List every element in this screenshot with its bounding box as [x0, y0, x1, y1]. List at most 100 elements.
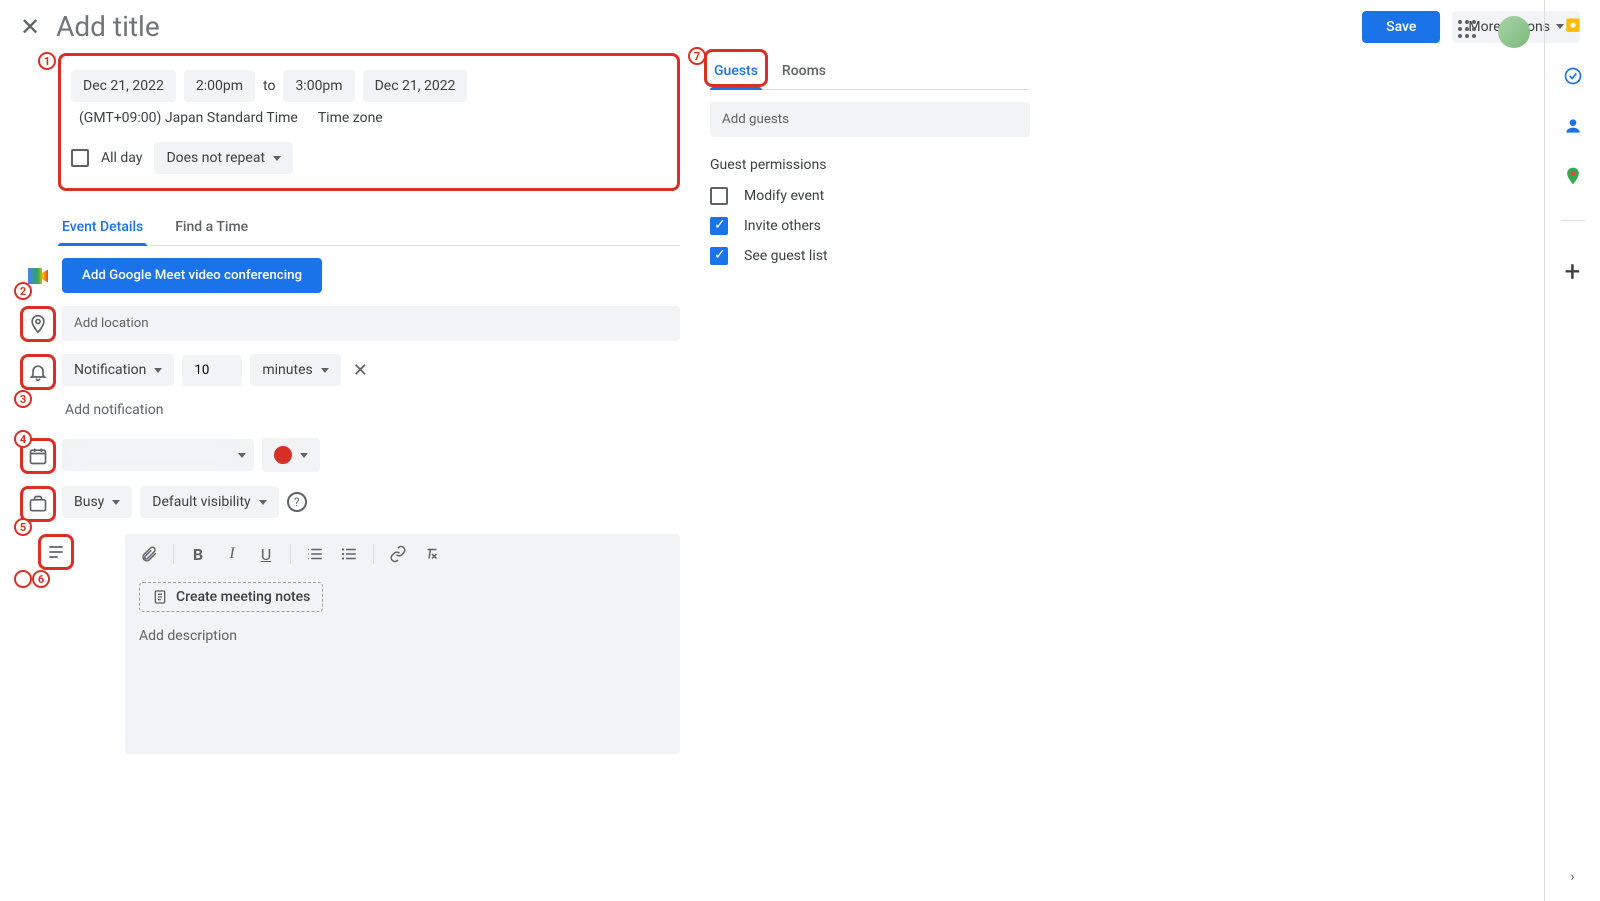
remove-notification-icon[interactable]: ✕: [349, 356, 372, 385]
text-lines-icon: [46, 542, 66, 562]
help-icon[interactable]: ?: [287, 492, 307, 512]
clear-format-icon[interactable]: [422, 545, 442, 563]
all-day-label: All day: [101, 150, 142, 166]
tab-guests[interactable]: Guests: [710, 53, 762, 89]
start-time-chip[interactable]: 2:00pm: [184, 70, 255, 102]
detail-tabs: Event Details Find a Time: [58, 209, 680, 246]
calendar-row: 4: [20, 438, 680, 474]
tab-rooms[interactable]: Rooms: [778, 53, 830, 89]
add-meet-button[interactable]: Add Google Meet video conferencing: [62, 258, 322, 293]
to-label: to: [263, 78, 275, 94]
keep-icon[interactable]: [1563, 16, 1583, 36]
create-meeting-notes-label: Create meeting notes: [176, 589, 310, 605]
color-dot-icon: [274, 446, 292, 464]
italic-icon[interactable]: I: [222, 545, 242, 563]
perm-invite-checkbox[interactable]: [710, 217, 728, 235]
perm-invite-row: Invite others: [710, 211, 1030, 241]
calendar-name-blurred: [70, 445, 230, 465]
description-placeholder[interactable]: Add description: [125, 620, 680, 652]
location-icon-box: [20, 306, 56, 342]
timezone-display: (GMT+09:00) Japan Standard Time: [79, 110, 298, 126]
bold-icon[interactable]: B: [188, 545, 208, 564]
bullet-list-icon[interactable]: [339, 545, 359, 563]
annotation-1: 1: [38, 52, 56, 70]
tab-find-a-time[interactable]: Find a Time: [171, 209, 252, 245]
annotation-6: 6: [32, 570, 50, 588]
repeat-select[interactable]: Does not repeat: [154, 142, 293, 174]
link-icon[interactable]: [388, 545, 408, 563]
toolbar-separator: [290, 544, 291, 564]
save-button[interactable]: Save: [1362, 11, 1440, 43]
google-meet-icon: [28, 268, 48, 284]
close-icon[interactable]: ✕: [20, 13, 40, 41]
busy-label: Busy: [74, 494, 104, 510]
doc-icon: [152, 589, 168, 605]
busy-select[interactable]: Busy: [62, 486, 132, 518]
avatar[interactable]: [1498, 16, 1530, 48]
all-day-checkbox[interactable]: [71, 149, 89, 167]
guests-tabs: 7 Guests Rooms: [710, 53, 1030, 90]
toolbar-separator: [373, 544, 374, 564]
apps-grid-icon[interactable]: [1458, 20, 1482, 44]
caret-down-icon: [238, 453, 246, 458]
description-editor: B I U Create meeting notes Add descripti…: [125, 534, 680, 754]
create-meeting-notes-button[interactable]: Create meeting notes: [139, 582, 323, 612]
maps-icon[interactable]: [1563, 166, 1583, 186]
annotation-4: 4: [14, 430, 32, 448]
bell-icon: [28, 362, 48, 382]
toolbar-separator: [173, 544, 174, 564]
visibility-row: 5 Busy Default visibility ?: [20, 486, 680, 522]
rail-separator: [1561, 220, 1585, 221]
numbered-list-icon[interactable]: [305, 545, 325, 563]
calendar-icon: [28, 446, 48, 466]
perm-modify-checkbox[interactable]: [710, 187, 728, 205]
tab-event-details[interactable]: Event Details: [58, 209, 147, 245]
annotation-7: 7: [688, 47, 706, 65]
visibility-select[interactable]: Default visibility: [140, 486, 278, 518]
notification-value-input[interactable]: [182, 355, 242, 386]
repeat-label: Does not repeat: [166, 150, 265, 166]
header: ✕ Save More actions: [0, 0, 1600, 53]
end-time-chip[interactable]: 3:00pm: [283, 70, 354, 102]
attachment-icon[interactable]: [139, 545, 159, 563]
caret-down-icon: [321, 368, 329, 373]
add-addon-icon[interactable]: +: [1565, 255, 1581, 288]
notification-row: 3 Notification minutes ✕: [20, 354, 680, 390]
annotation-5: 5: [14, 518, 32, 536]
annotation-2: 2: [14, 282, 32, 300]
meet-row: 2 Add Google Meet video conferencing: [20, 258, 680, 294]
header-apps: [1458, 16, 1530, 48]
event-color-select[interactable]: [262, 438, 320, 472]
datetime-block: Dec 21, 2022 2:00pm to 3:00pm Dec 21, 20…: [58, 53, 680, 191]
side-panel: + ›: [1544, 0, 1600, 901]
location-pin-icon: [28, 314, 48, 334]
perm-modify-row: Modify event: [710, 181, 1030, 211]
underline-icon[interactable]: U: [256, 545, 276, 564]
editor-toolbar: B I U: [125, 534, 680, 574]
perm-see-list-checkbox[interactable]: [710, 247, 728, 265]
notification-type-select[interactable]: Notification: [62, 354, 174, 386]
description-icon-box: [38, 534, 74, 570]
contacts-icon[interactable]: [1563, 116, 1583, 136]
add-notification-link[interactable]: Add notification: [65, 402, 164, 418]
caret-down-icon: [112, 500, 120, 505]
annotation-3: 3: [14, 390, 32, 408]
briefcase-icon-box: [20, 486, 56, 522]
timezone-link[interactable]: Time zone: [318, 110, 383, 126]
location-input[interactable]: [62, 306, 680, 341]
event-title-input[interactable]: [56, 10, 556, 43]
tasks-icon[interactable]: [1563, 66, 1583, 86]
perm-see-list-label: See guest list: [744, 248, 828, 264]
collapse-panel-icon[interactable]: ›: [1570, 869, 1574, 885]
add-guests-input[interactable]: [710, 102, 1030, 137]
notification-type-label: Notification: [74, 362, 146, 378]
guest-permissions-title: Guest permissions: [710, 157, 1030, 173]
calendar-select[interactable]: [62, 439, 254, 471]
start-date-chip[interactable]: Dec 21, 2022: [71, 70, 176, 102]
notification-icon-box: [20, 354, 56, 390]
end-date-chip[interactable]: Dec 21, 2022: [363, 70, 468, 102]
perm-see-list-row: See guest list: [710, 241, 1030, 271]
briefcase-icon: [28, 494, 48, 514]
notification-unit-select[interactable]: minutes: [250, 354, 340, 386]
notification-unit-label: minutes: [262, 362, 312, 378]
